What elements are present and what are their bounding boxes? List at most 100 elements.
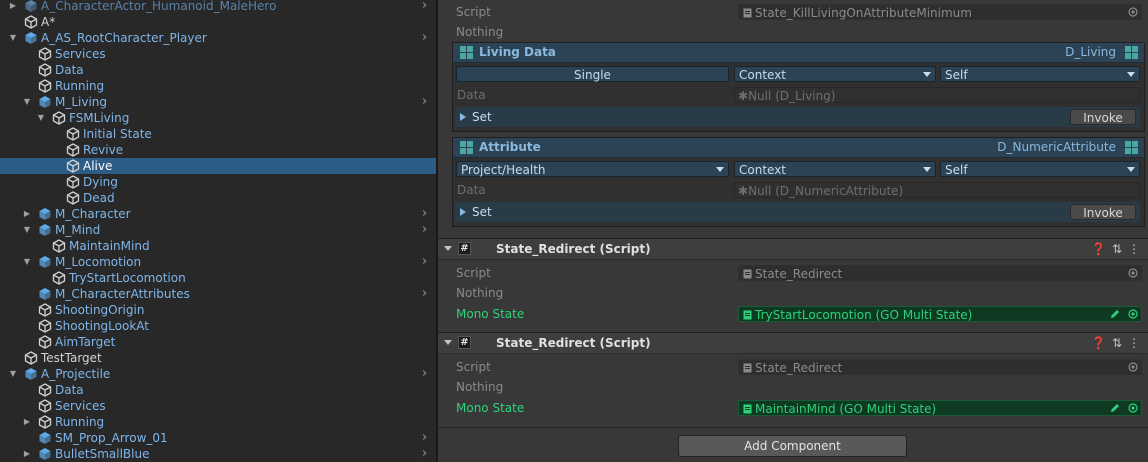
mono-state-value: TryStartLocomotion (GO Multi State)	[755, 308, 973, 322]
foldout-arrow-icon[interactable]	[460, 113, 466, 121]
attribute-target-select[interactable]: Self	[940, 161, 1140, 177]
hierarchy-item[interactable]: Initial State	[0, 126, 436, 142]
attribute-source-select[interactable]: Context	[734, 161, 936, 177]
chevron-right-icon[interactable]: ›	[422, 30, 432, 46]
chevron-right-icon[interactable]: ›	[422, 446, 432, 462]
attribute-mode-select[interactable]: Project/Health	[456, 161, 729, 177]
hierarchy-item[interactable]: ShootingOrigin	[0, 302, 436, 318]
chevron-right-icon[interactable]: ›	[422, 94, 432, 110]
gameobject-icon	[66, 127, 80, 141]
script-field[interactable]: State_Redirect	[738, 265, 1142, 281]
pencil-icon[interactable]	[1109, 308, 1121, 320]
help-icon[interactable]: ❓	[1091, 333, 1106, 353]
gameobject-icon	[38, 399, 52, 413]
fold-open-icon[interactable]: ▼	[8, 30, 18, 46]
hierarchy-item[interactable]: ▶ A_CharacterActor_Humanoid_MaleHero ›	[0, 0, 436, 14]
fold-closed-icon[interactable]: ▶	[22, 446, 32, 462]
hierarchy-item[interactable]: ▼ M_Living ›	[0, 94, 436, 110]
hierarchy-item[interactable]: M_CharacterAttributes ›	[0, 286, 436, 302]
nothing-row: Nothing	[438, 283, 1148, 303]
foldout-arrow-icon[interactable]	[460, 208, 466, 216]
hierarchy-item[interactable]: ▼ M_Locomotion ›	[0, 254, 436, 270]
object-picker-icon[interactable]	[1128, 268, 1138, 278]
kebab-menu-icon[interactable]: ⋮	[1128, 239, 1140, 259]
living-mode-select[interactable]: Single	[456, 66, 729, 82]
living-set-row[interactable]: Set Invoke	[455, 107, 1140, 127]
hierarchy-item[interactable]: ▶ Running	[0, 414, 436, 430]
foldout-arrow-icon[interactable]	[444, 246, 452, 251]
hierarchy-item[interactable]: AimTarget	[0, 334, 436, 350]
hierarchy-item-label: A*	[41, 15, 56, 29]
living-invoke-button[interactable]: Invoke	[1070, 109, 1136, 125]
kebab-menu-icon[interactable]: ⋮	[1128, 333, 1140, 353]
script-field[interactable]: State_KillLivingOnAttributeMinimum	[738, 4, 1142, 20]
hierarchy-item[interactable]: ▼ A_Projectile ›	[0, 366, 436, 382]
foldout-arrow-icon[interactable]	[444, 340, 452, 345]
hierarchy-item[interactable]: Dying	[0, 174, 436, 190]
component-header-state-redirect-1[interactable]: # State_Redirect (Script) ❓ ⇅ ⋮	[438, 238, 1148, 260]
help-icon[interactable]: ❓	[1091, 239, 1106, 259]
chevron-right-icon[interactable]: ›	[422, 222, 432, 238]
living-target-select[interactable]: Self	[940, 66, 1140, 82]
hierarchy-item[interactable]: Services	[0, 46, 436, 62]
chevron-right-icon[interactable]: ›	[422, 0, 432, 14]
gameobject-icon	[24, 15, 38, 29]
hierarchy-item[interactable]: Services	[0, 398, 436, 414]
object-picker-icon[interactable]	[1128, 7, 1138, 17]
hierarchy-item[interactable]: SM_Prop_Arrow_01 ›	[0, 430, 436, 446]
object-picker-icon[interactable]	[1128, 403, 1138, 413]
hierarchy-item[interactable]: ▼ A_AS_RootCharacter_Player ›	[0, 30, 436, 46]
fold-open-icon[interactable]: ▼	[22, 94, 32, 110]
mono-state-field[interactable]: MaintainMind (GO Multi State)	[738, 400, 1142, 416]
hierarchy-item[interactable]: TestTarget	[0, 350, 436, 366]
hierarchy-item[interactable]: Data	[0, 382, 436, 398]
mono-state-field[interactable]: TryStartLocomotion (GO Multi State)	[738, 306, 1142, 322]
hierarchy-item[interactable]: TryStartLocomotion	[0, 270, 436, 286]
chevron-right-icon[interactable]: ›	[422, 430, 432, 446]
hierarchy-item[interactable]: A*	[0, 14, 436, 30]
hierarchy-item[interactable]: ▶ BulletSmallBlue ›	[0, 446, 436, 462]
add-component-button[interactable]: Add Component	[678, 435, 907, 457]
presets-icon[interactable]: ⇅	[1112, 333, 1122, 353]
fold-closed-icon[interactable]: ▶	[22, 414, 32, 430]
living-data-header[interactable]: Living Data D_Living	[453, 43, 1144, 63]
hierarchy-item[interactable]: Data	[0, 62, 436, 78]
presets-icon[interactable]: ⇅	[1112, 239, 1122, 259]
hierarchy-item[interactable]: Running	[0, 78, 436, 94]
component-header-state-redirect-2[interactable]: # State_Redirect (Script) ❓ ⇅ ⋮	[438, 332, 1148, 354]
chevron-right-icon[interactable]: ›	[422, 254, 432, 270]
fold-open-icon[interactable]: ▼	[22, 254, 32, 270]
attribute-header[interactable]: Attribute D_NumericAttribute	[453, 138, 1144, 158]
hierarchy-item[interactable]: Dead	[0, 190, 436, 206]
hierarchy-item[interactable]: ▼ M_Mind ›	[0, 222, 436, 238]
script-field[interactable]: State_Redirect	[738, 359, 1142, 375]
hierarchy-item[interactable]: ▶ M_Character ›	[0, 206, 436, 222]
hierarchy-item[interactable]: MaintainMind	[0, 238, 436, 254]
object-picker-icon[interactable]	[1128, 362, 1138, 372]
hierarchy-item[interactable]: ▼ FSMLiving	[0, 110, 436, 126]
chevron-right-icon[interactable]: ›	[422, 286, 432, 302]
fold-closed-icon[interactable]: ▶	[8, 0, 18, 14]
hierarchy-item[interactable]: Revive	[0, 142, 436, 158]
hierarchy-item-label: Alive	[83, 159, 113, 173]
attribute-set-row[interactable]: Set Invoke	[455, 202, 1140, 222]
gameobject-icon	[52, 271, 66, 285]
chevron-right-icon[interactable]: ›	[422, 206, 432, 222]
fold-closed-icon[interactable]: ▶	[22, 206, 32, 222]
hierarchy-item[interactable]: Alive	[0, 158, 436, 174]
living-source-select[interactable]: Context	[734, 66, 936, 82]
living-data-field[interactable]: ✱Null (D_Living)	[734, 87, 1140, 103]
attribute-data-field[interactable]: ✱Null (D_NumericAttribute)	[734, 182, 1140, 198]
attribute-invoke-button[interactable]: Invoke	[1070, 204, 1136, 220]
prefab-icon	[38, 207, 52, 221]
chevron-right-icon[interactable]: ›	[422, 366, 432, 382]
fold-open-icon[interactable]: ▼	[8, 366, 18, 382]
object-picker-icon[interactable]	[1128, 309, 1138, 319]
fold-open-icon[interactable]: ▼	[36, 110, 46, 126]
pencil-icon[interactable]	[1109, 402, 1121, 414]
hierarchy-item[interactable]: ShootingLookAt	[0, 318, 436, 334]
dropdown-arrow-icon	[1127, 167, 1135, 172]
hierarchy-item-label: M_Character	[55, 207, 131, 221]
dropdown-arrow-icon	[716, 167, 724, 172]
fold-open-icon[interactable]: ▼	[22, 222, 32, 238]
